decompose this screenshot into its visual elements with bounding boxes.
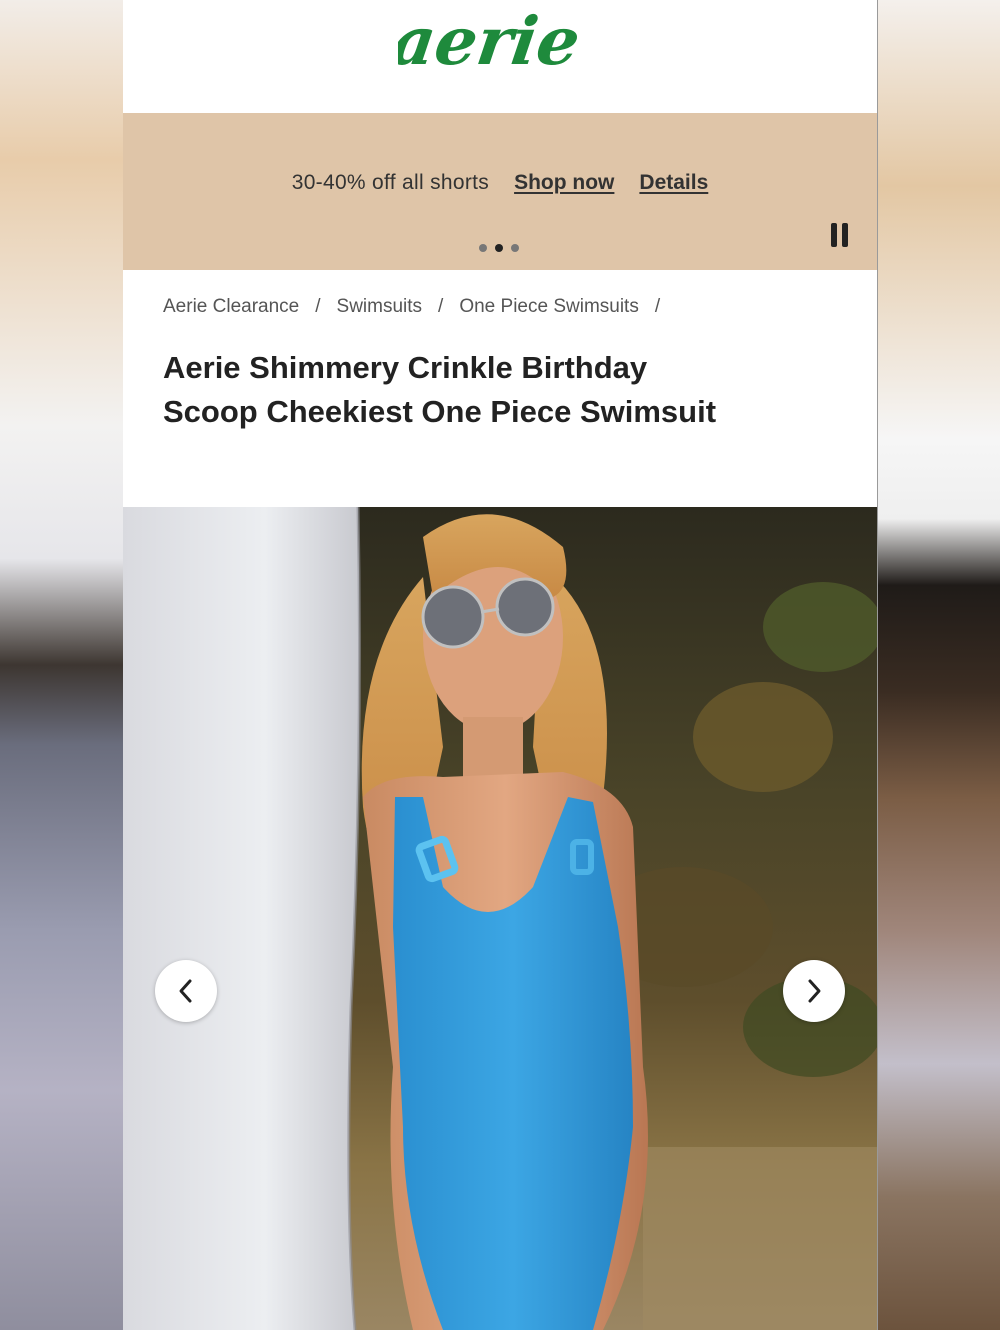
chevron-right-icon — [808, 979, 821, 1003]
pause-icon[interactable] — [831, 223, 851, 247]
details-link[interactable]: Details — [639, 171, 708, 195]
breadcrumb-aerie-clearance[interactable]: Aerie Clearance — [163, 296, 299, 317]
background-blur-right — [878, 0, 1000, 1330]
product-image-gallery[interactable] — [123, 507, 877, 1330]
promo-carousel-dots — [479, 244, 519, 252]
carousel-dot-active[interactable] — [495, 244, 503, 252]
product-title: Aerie Shimmery Crinkle Birthday Scoop Ch… — [163, 350, 717, 429]
mobile-page: aerie 30-40% off all shorts Shop now Det… — [123, 0, 878, 1330]
chevron-left-icon — [179, 979, 192, 1003]
breadcrumb-one-piece-swimsuits[interactable]: One Piece Swimsuits — [459, 296, 639, 317]
background-blur-left — [0, 0, 123, 1330]
breadcrumb-separator: / — [654, 296, 661, 317]
site-header: aerie — [123, 0, 877, 113]
breadcrumb: Aerie Clearance / Swimsuits / One Piece Swim… — [163, 296, 676, 318]
shop-now-link[interactable]: Shop now — [514, 171, 614, 195]
breadcrumb-separator: / — [315, 296, 321, 317]
promo-text: 30-40% off all shorts — [291, 171, 490, 194]
promo-banner: 30-40% off all shorts Shop now Details — [123, 113, 877, 270]
aerie-logo[interactable]: aerie — [398, 0, 603, 80]
carousel-dot[interactable] — [479, 244, 487, 252]
gallery-prev-button[interactable] — [155, 960, 217, 1022]
breadcrumb-separator: / — [438, 296, 444, 317]
product-photo — [123, 507, 877, 1330]
svg-text:aerie: aerie — [398, 2, 585, 80]
breadcrumb-swimsuits[interactable]: Swimsuits — [337, 296, 423, 317]
gallery-next-button[interactable] — [783, 960, 845, 1022]
carousel-dot[interactable] — [511, 244, 519, 252]
promo-content: 30-40% off all shorts Shop now Details — [123, 171, 877, 195]
